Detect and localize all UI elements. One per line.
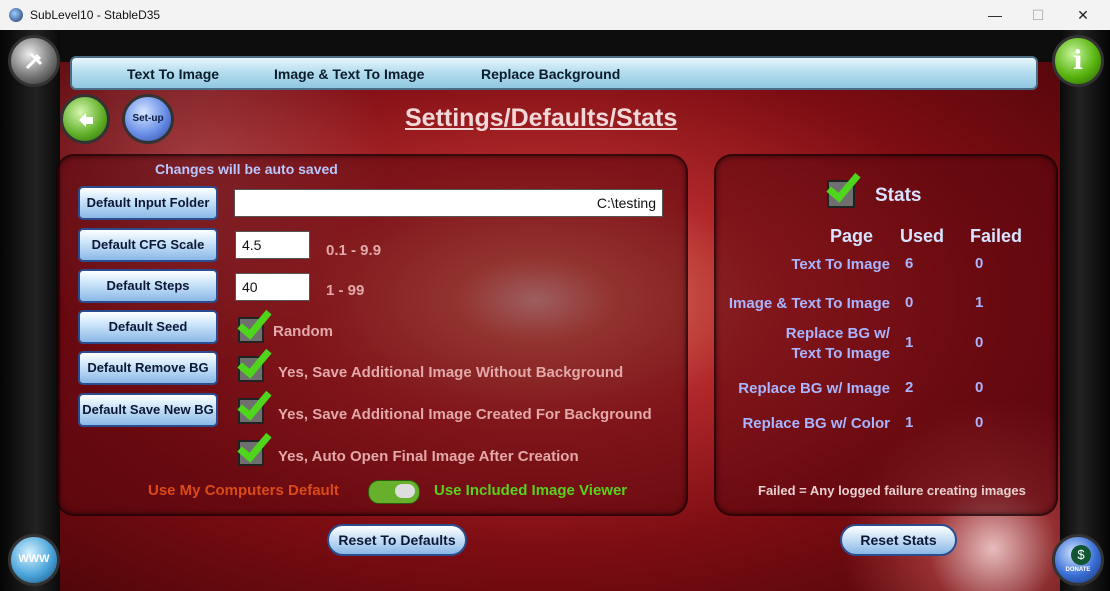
toggle-knob	[395, 484, 415, 498]
stats-row-page: Replace BG w/ Image	[738, 380, 890, 397]
close-button[interactable]: ✕	[1060, 0, 1106, 30]
random-seed-checkbox[interactable]	[238, 317, 264, 343]
stats-title: Stats	[875, 185, 922, 206]
donate-label: DONATE	[1065, 567, 1091, 573]
default-steps-button[interactable]: Default Steps	[78, 269, 218, 303]
stats-header-used: Used	[900, 226, 945, 246]
setup-button[interactable]: Set-up	[122, 94, 174, 144]
viewer-default-option: Use My Computers Default	[148, 482, 339, 499]
stats-row-used: 1	[905, 414, 914, 431]
auto-open-checkbox[interactable]	[238, 440, 264, 466]
stats-checkbox[interactable]	[827, 180, 855, 208]
minimize-button[interactable]: —	[972, 0, 1018, 30]
stats-row-failed: 0	[975, 334, 984, 351]
save-new-bg-checkbox[interactable]	[238, 398, 264, 424]
steps-field[interactable]: 40	[235, 273, 310, 301]
stats-row-failed: 0	[975, 414, 984, 431]
stats-row-used: 2	[905, 379, 914, 396]
info-icon: i	[1073, 46, 1083, 76]
title-bar: SubLevel10 - StableD35 — ☐ ✕	[0, 0, 1110, 31]
stats-row-failed: 0	[975, 379, 984, 396]
tools-button[interactable]	[8, 35, 60, 87]
stats-row-failed: 1	[975, 294, 984, 311]
frame-rim-left	[0, 30, 60, 591]
steps-range-hint: 1 - 99	[326, 282, 365, 299]
stats-row-used: 0	[905, 294, 914, 311]
setup-label: Set-up	[132, 113, 164, 124]
reset-stats-button[interactable]: Reset Stats	[840, 524, 957, 556]
default-input-folder-button[interactable]: Default Input Folder	[78, 186, 218, 220]
stats-row-page: Replace BG w/ Color	[742, 415, 890, 432]
viewer-toggle-switch[interactable]	[368, 480, 420, 504]
reset-defaults-button[interactable]: Reset To Defaults	[327, 524, 467, 556]
www-label: WWW	[18, 553, 50, 565]
default-save-new-bg-button[interactable]: Default Save New BG	[78, 393, 218, 427]
stats-footnote: Failed = Any logged failure creating ima…	[758, 483, 1026, 498]
remove-bg-option-label: Yes, Save Additional Image Without Backg…	[278, 364, 624, 381]
page-title: Settings/Defaults/Stats	[405, 104, 678, 132]
app-icon	[9, 8, 23, 22]
cfg-range-hint: 0.1 - 9.9	[326, 242, 382, 259]
info-button[interactable]: i	[1052, 35, 1104, 87]
autosave-note: Changes will be auto saved	[155, 161, 338, 177]
donate-button[interactable]: $ DONATE	[1052, 534, 1104, 586]
app-window: SubLevel10 - StableD35 — ☐ ✕ Text To Ima…	[0, 0, 1110, 591]
auto-open-option-label: Yes, Auto Open Final Image After Creatio…	[278, 448, 579, 465]
dollar-icon: $	[1071, 545, 1091, 565]
window-title: SubLevel10 - StableD35	[30, 8, 161, 22]
tab-replace-background[interactable]: Replace Background	[481, 66, 620, 82]
default-cfg-scale-button[interactable]: Default CFG Scale	[78, 228, 218, 262]
default-seed-button[interactable]: Default Seed	[78, 310, 218, 344]
random-seed-label: Random	[273, 323, 333, 340]
stats-row-page: Text To Image	[791, 256, 890, 273]
frame-rim-right	[1060, 30, 1110, 591]
top-nav-bar: Text To Image Image & Text To Image Repl…	[70, 56, 1038, 90]
default-remove-bg-button[interactable]: Default Remove BG	[78, 351, 218, 385]
website-button[interactable]: WWW	[8, 534, 60, 586]
stats-row-failed: 0	[975, 255, 984, 272]
stats-header-failed: Failed	[970, 226, 1023, 246]
stats-row-used: 1	[905, 334, 914, 351]
stats-header-page: Page	[830, 226, 874, 246]
back-arrow-icon	[79, 113, 93, 127]
tools-icon	[25, 52, 43, 70]
back-button[interactable]	[60, 94, 110, 144]
stats-row-used: 6	[905, 255, 914, 272]
viewer-included-option: Use Included Image Viewer	[434, 482, 628, 499]
stats-row-page: Image & Text To Image	[728, 295, 890, 312]
tab-image-text-to-image[interactable]: Image & Text To Image	[274, 66, 424, 82]
maximize-button[interactable]: ☐	[1015, 0, 1061, 30]
input-folder-field[interactable]: C:\testing	[234, 189, 663, 217]
remove-bg-checkbox[interactable]	[238, 356, 264, 382]
tab-text-to-image[interactable]: Text To Image	[127, 66, 219, 82]
stats-row-page: Replace BG w/ Text To Image	[785, 325, 890, 362]
save-new-bg-option-label: Yes, Save Additional Image Created For B…	[278, 406, 652, 423]
cfg-scale-field[interactable]: 4.5	[235, 231, 310, 259]
